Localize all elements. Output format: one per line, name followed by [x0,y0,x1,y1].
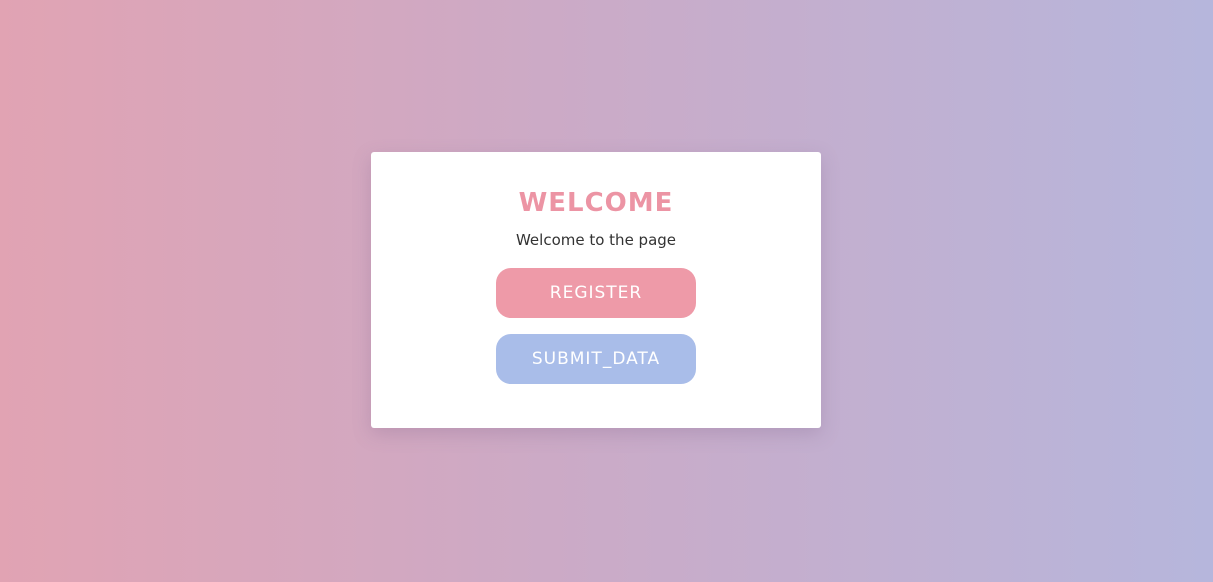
page-subtitle: Welcome to the page [515,231,677,249]
page-title: WELCOME [518,188,674,218]
welcome-card: WELCOME Welcome to the page REGISTER SUB… [371,152,821,428]
register-button[interactable]: REGISTER [496,268,696,318]
submit-data-button[interactable]: SUBMIT_DATA [496,334,696,384]
